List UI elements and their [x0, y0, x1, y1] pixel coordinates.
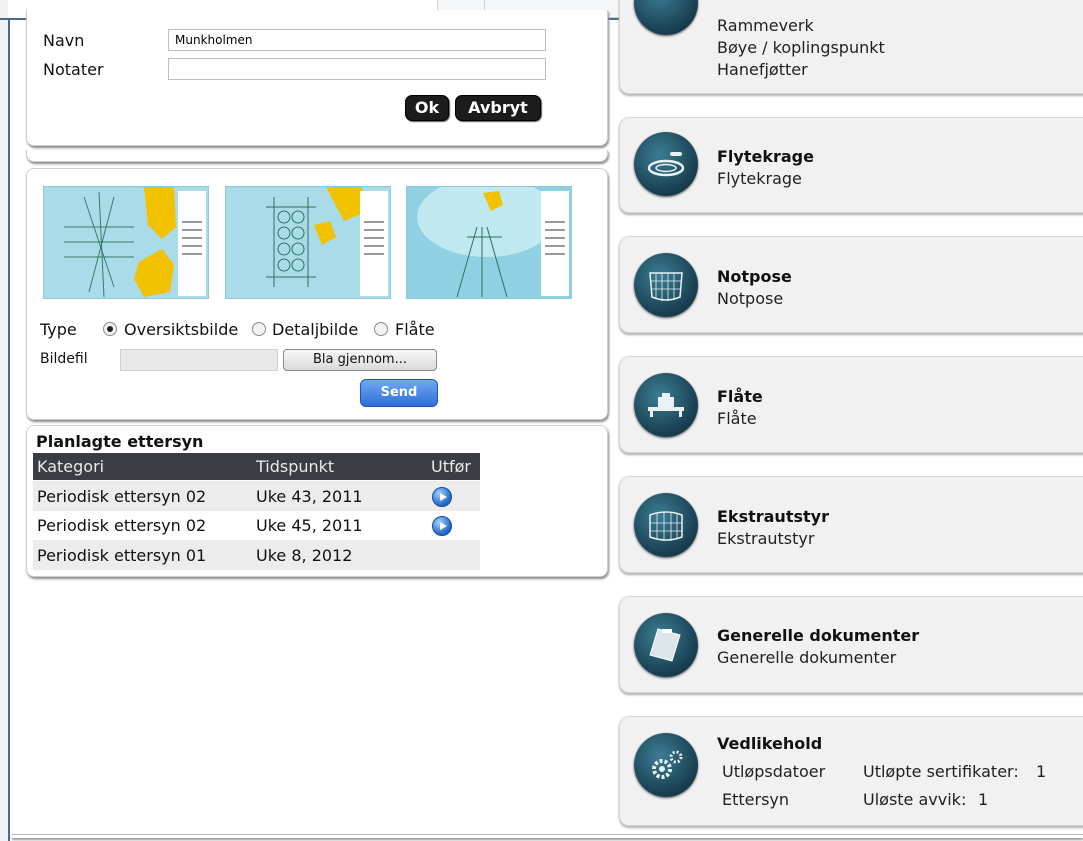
navn-input[interactable] [168, 29, 546, 51]
cancel-button[interactable]: Avbryt [455, 95, 541, 121]
card-rammeverk-line1: Rammeverk [717, 16, 814, 35]
radio-oversiktsbilde[interactable] [103, 322, 117, 336]
collapsed-panel [26, 150, 608, 162]
radio-detaljbilde-label: Detaljbilde [272, 320, 359, 339]
card-vedlikehold[interactable]: Vedlikehold Utløpsdatoer Ettersyn Utløpt… [619, 716, 1083, 826]
card-rammeverk-line2: Bøye / koplingspunkt [717, 38, 885, 57]
table-row: Periodisk ettersyn 02 Uke 43, 2011 [33, 481, 480, 511]
browse-button[interactable]: Bla gjennom... [283, 349, 437, 371]
send-button[interactable]: Send [360, 379, 438, 407]
type-label: Type [40, 320, 77, 339]
header-kategori: Kategori [37, 457, 105, 476]
expired-certificates-count[interactable]: 1 [1036, 762, 1046, 781]
card-flate-title: Flåte [717, 387, 763, 406]
card-notpose[interactable]: Notpose Notpose [619, 236, 1083, 333]
header-tidspunkt: Tidspunkt [256, 457, 335, 476]
card-rammeverk[interactable]: Rammeverk Bøye / koplingspunkt Hanefjøtt… [619, 0, 1083, 94]
ettersyn-link[interactable]: Ettersyn [722, 790, 789, 809]
notater-label: Notater [43, 60, 104, 79]
radio-flate-label: Flåte [395, 320, 435, 339]
play-icon[interactable] [432, 487, 452, 507]
card-rammeverk-line3: Hanefjøtter [717, 60, 808, 79]
header-utfor: Utfør [431, 457, 471, 476]
frame-border-left [8, 18, 10, 841]
row-time: Uke 8, 2012 [256, 546, 353, 565]
card-ekstrautstyr-subtitle: Ekstrautstyr [717, 529, 815, 548]
net-bag-icon [634, 253, 698, 317]
file-path-field[interactable] [120, 349, 278, 371]
row-category: Periodisk ettersyn 01 [37, 546, 207, 565]
radio-detaljbilde[interactable] [252, 322, 266, 336]
radio-oversiktsbilde-label: Oversiktsbilde [124, 320, 239, 339]
table-row: Periodisk ettersyn 02 Uke 45, 2011 [33, 510, 480, 540]
notater-input[interactable] [168, 58, 546, 80]
play-icon[interactable] [432, 516, 452, 536]
card-dokumenter-subtitle: Generelle dokumenter [717, 648, 897, 667]
card-notpose-title: Notpose [717, 267, 792, 286]
extra-equipment-icon [634, 493, 698, 557]
planned-inspections-title: Planlagte ettersyn [36, 432, 204, 451]
card-flate[interactable]: Flåte Flåte [619, 356, 1083, 453]
row-category: Periodisk ettersyn 02 [37, 516, 207, 535]
bildefil-label: Bildefil [40, 351, 88, 367]
barge-image-thumbnail[interactable] [406, 186, 572, 299]
card-vedlikehold-title: Vedlikehold [717, 734, 823, 753]
left-window-edge [0, 0, 8, 841]
frame-icon [634, 0, 698, 35]
card-flytekrage[interactable]: Flytekrage Flytekrage [619, 117, 1083, 213]
navn-label: Navn [43, 31, 85, 50]
row-category: Periodisk ettersyn 02 [37, 487, 207, 506]
document-icon [634, 613, 698, 677]
card-flytekrage-title: Flytekrage [717, 147, 814, 166]
card-notpose-subtitle: Notpose [717, 289, 784, 308]
table-row: Periodisk ettersyn 01 Uke 8, 2012 [33, 540, 480, 570]
card-generelle-dokumenter[interactable]: Generelle dokumenter Generelle dokumente… [619, 596, 1083, 693]
card-dokumenter-title: Generelle dokumenter [717, 626, 920, 645]
row-time: Uke 43, 2011 [256, 487, 363, 506]
detail-image-thumbnail[interactable] [225, 186, 391, 299]
floating-collar-icon [634, 132, 698, 196]
unresolved-deviations-count[interactable]: 1 [978, 790, 988, 809]
row-time: Uke 45, 2011 [256, 516, 363, 535]
planned-table-header: Kategori Tidspunkt Utfør [33, 453, 480, 480]
radio-flate[interactable] [374, 322, 388, 336]
gears-icon [634, 733, 698, 797]
card-ekstrautstyr-title: Ekstrautstyr [717, 507, 829, 526]
utlopsdatoer-link[interactable]: Utløpsdatoer [722, 762, 825, 781]
bottom-panel-edge [12, 834, 1083, 838]
expired-certificates-label: Utløpte sertifikater: [863, 762, 1019, 781]
card-flate-subtitle: Flåte [717, 409, 757, 428]
unresolved-deviations-label: Uløste avvik: [863, 790, 967, 809]
overview-image-thumbnail[interactable] [43, 186, 209, 299]
ok-button[interactable]: Ok [405, 95, 449, 121]
card-ekstrautstyr[interactable]: Ekstrautstyr Ekstrautstyr [619, 476, 1083, 573]
barge-icon [634, 373, 698, 437]
card-flytekrage-subtitle: Flytekrage [717, 169, 802, 188]
